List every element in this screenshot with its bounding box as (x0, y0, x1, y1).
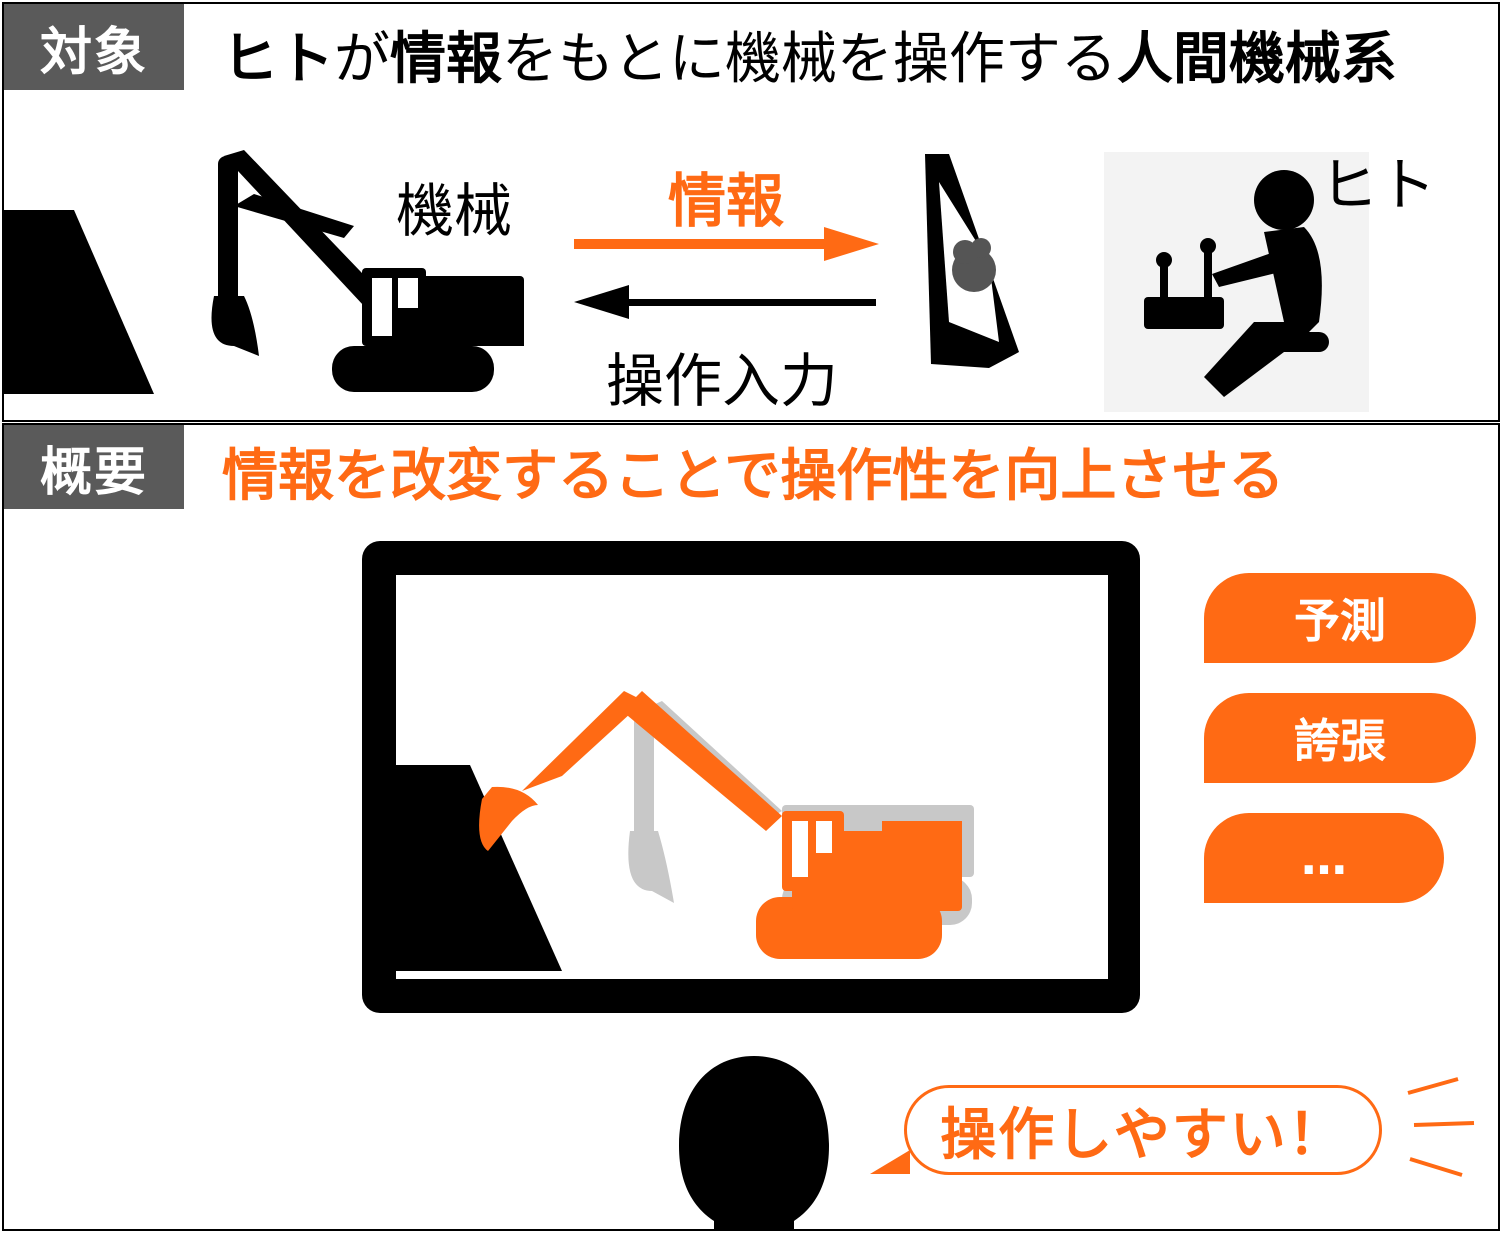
headline-part-ga: が (334, 27, 390, 92)
method-prediction: 予測 (1204, 573, 1476, 663)
arrow-left-icon (574, 285, 876, 319)
method-more: … (1204, 813, 1444, 903)
section-tag-overview: 概要 (4, 425, 184, 509)
monitor-icon (925, 154, 1019, 368)
arrows-icon (574, 227, 879, 319)
headline-part-operate: をもとに機械を操作する (502, 27, 1117, 92)
speech-bubble: 操作しやすい！ (904, 1085, 1382, 1175)
section-tag-target: 対象 (4, 4, 184, 90)
arrow-right-icon (574, 227, 879, 261)
headline-part-info: 情報 (390, 27, 502, 92)
panel-target: 対象 ヒトが情報をもとに機械を操作する人間機械系 機械 情報 操作入力 ヒト (2, 2, 1500, 422)
headline-part-human: ヒト (222, 27, 334, 92)
label-human: ヒト (1320, 151, 1437, 219)
headline-part-system: 人間機械系 (1116, 27, 1397, 92)
emphasis-lines-icon (1407, 1077, 1475, 1177)
person-head-icon (679, 1056, 829, 1229)
label-machine: 機械 (396, 177, 513, 245)
label-operation-input: 操作入力 (606, 347, 839, 415)
method-exaggeration: 誇張 (1204, 693, 1476, 783)
overview-headline: 情報を改変することで操作性を向上させる (222, 444, 1285, 509)
cliff-icon (4, 210, 154, 394)
speech-text: 操作しやすい！ (940, 1102, 1346, 1168)
monitor-icon (362, 541, 1140, 1013)
panel-overview: 概要 情報を改変することで操作性を向上させる 予測 誇張 … 操作しやすい！ (2, 423, 1500, 1231)
target-headline: ヒトが情報をもとに機械を操作する人間機械系 (222, 14, 1397, 95)
